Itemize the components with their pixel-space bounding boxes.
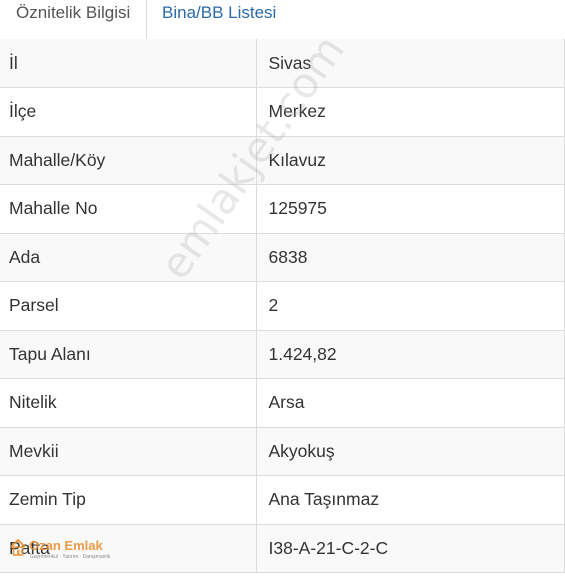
row-value: Akyokuş	[256, 427, 565, 476]
table-row: İlçe Merkez	[0, 87, 565, 137]
attribute-table: İl Sivas İlçe Merkez Mahalle/Köy Kılavuz…	[0, 39, 565, 573]
row-value: I38-A-21-C-2-C	[256, 524, 565, 573]
table-row: Mahalle No 125975	[0, 184, 565, 234]
row-value: 6838	[256, 233, 565, 282]
row-value: 1.424,82	[256, 330, 565, 379]
table-row: Parsel 2	[0, 281, 565, 331]
table-row: Ada 6838	[0, 233, 565, 282]
row-key: İl	[0, 39, 257, 88]
row-value: 2	[256, 281, 565, 331]
row-key: Mahalle No	[0, 184, 257, 234]
table-row: Tapu Alanı 1.424,82	[0, 330, 565, 379]
row-key: Nitelik	[0, 378, 257, 428]
table-row: İl Sivas	[0, 39, 565, 88]
row-value: Arsa	[256, 378, 565, 428]
row-key: Mevkii	[0, 427, 257, 476]
row-value: Kılavuz	[256, 136, 565, 185]
row-key: Mahalle/Köy	[0, 136, 257, 185]
table-row: Pafta I38-A-21-C-2-C	[0, 524, 565, 573]
row-value: Sivas	[256, 39, 565, 88]
table-row: Mevkii Akyokuş	[0, 427, 565, 476]
row-key: Parsel	[0, 281, 257, 331]
row-key: Pafta	[0, 524, 257, 573]
table-row: Zemin Tip Ana Taşınmaz	[0, 475, 565, 525]
row-value: 125975	[256, 184, 565, 234]
tab-bar: Öznitelik Bilgisi Bina/BB Listesi	[0, 0, 565, 40]
row-key: Ada	[0, 233, 257, 282]
tab-building-list[interactable]: Bina/BB Listesi	[147, 0, 347, 39]
row-key: Zemin Tip	[0, 475, 257, 525]
tab-attribute-info[interactable]: Öznitelik Bilgisi	[0, 0, 147, 40]
row-value: Merkez	[256, 87, 565, 137]
row-key: İlçe	[0, 87, 257, 137]
table-row: Mahalle/Köy Kılavuz	[0, 136, 565, 185]
row-value: Ana Taşınmaz	[256, 475, 565, 525]
row-key: Tapu Alanı	[0, 330, 257, 379]
table-row: Nitelik Arsa	[0, 378, 565, 428]
